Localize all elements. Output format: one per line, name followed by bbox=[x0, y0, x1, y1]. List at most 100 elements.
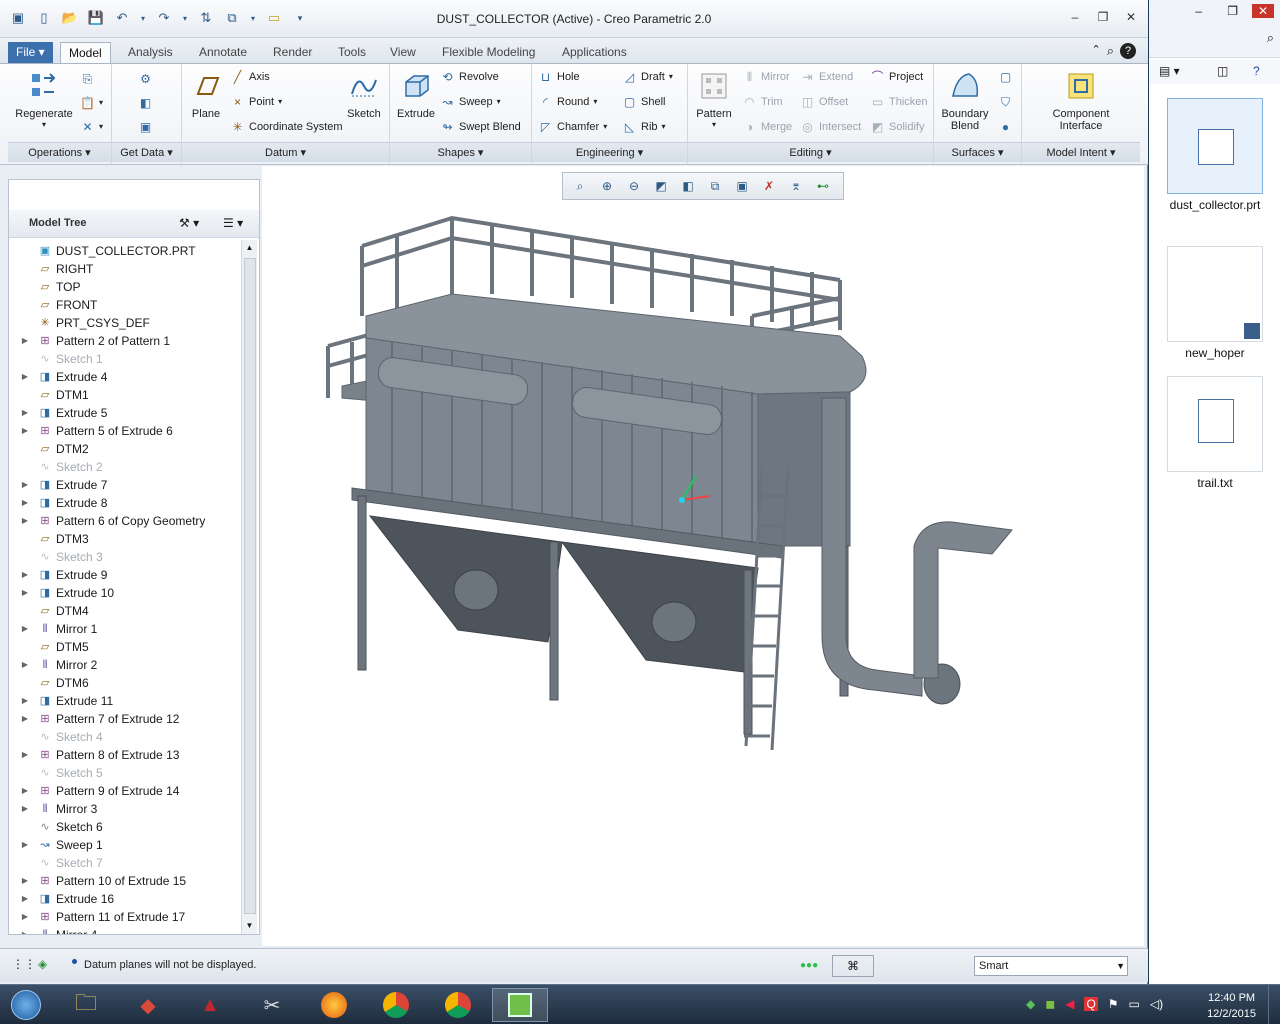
settings-icon[interactable]: ⚒ ▾ bbox=[179, 216, 199, 230]
maximize-icon[interactable]: ❐ bbox=[1094, 8, 1112, 26]
selection-filter[interactable]: Smart ▼ bbox=[974, 956, 1128, 976]
user-defined-feature-button[interactable]: ⚙ bbox=[138, 70, 153, 88]
tree-node[interactable]: ▶ ⊞ Pattern 8 of Extrude 13 bbox=[9, 746, 180, 764]
tree-node[interactable]: ∿ Sketch 1 bbox=[9, 350, 102, 368]
tree-node[interactable]: ▶ ◨ Extrude 16 bbox=[9, 890, 114, 908]
model-tree-scrollbar[interactable]: ▲ ▼ bbox=[241, 240, 257, 934]
tree-node[interactable]: ▱ RIGHT bbox=[9, 260, 94, 278]
mirror-button[interactable]: ⫴ Mirror bbox=[742, 68, 790, 86]
tree-node[interactable]: ∿ Sketch 7 bbox=[9, 854, 102, 872]
taskbar-explorer[interactable]: 🗀 bbox=[58, 988, 114, 1022]
expand-arrow-icon[interactable]: ▶ bbox=[19, 404, 31, 422]
tab-view[interactable]: View bbox=[382, 42, 424, 64]
tree-node[interactable]: ▶ ⊞ Pattern 5 of Extrude 6 bbox=[9, 422, 173, 440]
fill-button[interactable]: ▢ bbox=[998, 68, 1013, 86]
tab-annotate[interactable]: Annotate bbox=[191, 42, 255, 64]
explorer-search-icon[interactable]: ⌕ bbox=[1267, 30, 1274, 46]
axis-button[interactable]: ╱ Axis bbox=[230, 68, 270, 86]
find-icon[interactable]: ⌘ bbox=[832, 955, 874, 977]
style-button[interactable]: ⛉ bbox=[998, 93, 1013, 111]
tree-node[interactable]: ▶ ⊞ Pattern 9 of Extrude 14 bbox=[9, 782, 180, 800]
sweep-button[interactable]: ↝ Sweep ▾ bbox=[440, 93, 500, 111]
file-new-hoper[interactable]: new_hoper bbox=[1167, 246, 1263, 360]
tree-node[interactable]: ▶ ◨ Extrude 5 bbox=[9, 404, 107, 422]
freestyle-button[interactable]: ● bbox=[998, 118, 1013, 136]
selection-filter-dropdown-icon[interactable]: ▼ bbox=[1116, 957, 1125, 975]
taskbar-chrome-2[interactable] bbox=[430, 988, 486, 1022]
expand-arrow-icon[interactable]: ▶ bbox=[19, 710, 31, 728]
tree-node[interactable]: ▣ DUST_COLLECTOR.PRT bbox=[9, 242, 196, 260]
expand-arrow-icon[interactable]: ▶ bbox=[19, 422, 31, 440]
taskbar-pinned-4[interactable]: ✂ bbox=[244, 988, 300, 1022]
tree-node[interactable]: ▱ FRONT bbox=[9, 296, 98, 314]
view-manager-icon[interactable]: ▣ bbox=[729, 174, 755, 198]
tree-node[interactable]: ▱ TOP bbox=[9, 278, 81, 296]
tray-volume-muted-icon[interactable]: ◀ bbox=[1065, 997, 1074, 1011]
component-interface-button[interactable]: Component Interface bbox=[1026, 70, 1136, 132]
expand-arrow-icon[interactable]: ▶ bbox=[19, 620, 31, 638]
rib-button[interactable]: ◺ Rib ▾ bbox=[622, 118, 666, 136]
expand-arrow-icon[interactable]: ▶ bbox=[19, 512, 31, 530]
copy-button[interactable]: ⎘ bbox=[80, 70, 95, 88]
file-trail[interactable]: trail.txt bbox=[1167, 376, 1263, 490]
tab-file[interactable]: File ▾ bbox=[8, 42, 53, 64]
tree-node[interactable]: ▱ DTM1 bbox=[9, 386, 89, 404]
start-button[interactable] bbox=[0, 988, 52, 1022]
explorer-close-icon[interactable]: ✕ bbox=[1251, 4, 1274, 18]
shell-button[interactable]: ▢ Shell bbox=[622, 93, 666, 111]
tree-node[interactable]: ▶ ⊞ Pattern 11 of Extrude 17 bbox=[9, 908, 185, 926]
explorer-restore-icon[interactable]: ❐ bbox=[1227, 4, 1238, 18]
offset-button[interactable]: ◫ Offset bbox=[800, 93, 848, 111]
taskbar-firefox[interactable] bbox=[306, 988, 362, 1022]
tray-flag-icon[interactable]: ⚑ bbox=[1108, 997, 1119, 1011]
tab-flexible-modeling[interactable]: Flexible Modeling bbox=[434, 42, 543, 64]
expand-arrow-icon[interactable]: ▶ bbox=[19, 494, 31, 512]
draft-button[interactable]: ◿ Draft ▾ bbox=[622, 68, 673, 86]
tab-model[interactable]: Model bbox=[60, 42, 111, 64]
tray-network-icon[interactable]: ▭ bbox=[1129, 997, 1140, 1011]
merge-button[interactable]: ◑ Merge bbox=[742, 118, 792, 136]
show-icon[interactable]: ☰ ▾ bbox=[223, 216, 243, 230]
tree-node[interactable]: ▶ ◨ Extrude 8 bbox=[9, 494, 107, 512]
tree-node[interactable]: ▶ ◨ Extrude 7 bbox=[9, 476, 107, 494]
clock[interactable]: 12:40 PM 12/2/2015 bbox=[1207, 990, 1256, 1022]
copy-geometry-button[interactable]: ◧ bbox=[138, 94, 153, 112]
file-dust-collector[interactable]: dust_collector.prt bbox=[1167, 98, 1263, 212]
project-button[interactable]: ⌒ Project bbox=[870, 68, 923, 86]
search-icon[interactable]: ⌕ bbox=[1107, 43, 1114, 59]
tab-tools[interactable]: Tools bbox=[330, 42, 374, 64]
tree-node[interactable]: ▶ ↝ Sweep 1 bbox=[9, 836, 103, 854]
datum-display-filters-icon[interactable]: ✗ bbox=[756, 174, 782, 198]
operations-group-label[interactable]: Operations ▾ bbox=[8, 142, 111, 162]
model-intent-group-label[interactable]: Model Intent ▾ bbox=[1022, 142, 1140, 162]
tray-q-icon[interactable]: Q bbox=[1084, 997, 1098, 1011]
tree-node[interactable]: ▱ DTM5 bbox=[9, 638, 89, 656]
expand-arrow-icon[interactable]: ▶ bbox=[19, 566, 31, 584]
close-icon[interactable]: ✕ bbox=[1122, 8, 1140, 26]
tree-node[interactable]: ▶ ⫴ Mirror 1 bbox=[9, 620, 97, 638]
expand-arrow-icon[interactable]: ▶ bbox=[19, 800, 31, 818]
tab-analysis[interactable]: Analysis bbox=[120, 42, 181, 64]
preview-pane-icon[interactable]: ◫ bbox=[1217, 64, 1228, 78]
sketch-button[interactable]: Sketch bbox=[342, 70, 386, 120]
taskbar-pinned-2[interactable]: ◆ bbox=[120, 988, 176, 1022]
tree-node[interactable]: ▶ ⊞ Pattern 10 of Extrude 15 bbox=[9, 872, 186, 890]
views-icon[interactable]: ▤ ▾ bbox=[1159, 64, 1180, 78]
tree-node[interactable]: ▶ ◨ Extrude 9 bbox=[9, 566, 107, 584]
tree-node[interactable]: ▱ DTM2 bbox=[9, 440, 89, 458]
zoom-out-icon[interactable]: ⊖ bbox=[621, 174, 647, 198]
intersect-button[interactable]: ◎ Intersect bbox=[800, 118, 861, 136]
tree-node[interactable]: ✳ PRT_CSYS_DEF bbox=[9, 314, 149, 332]
show-desktop-button[interactable] bbox=[1268, 985, 1280, 1024]
swept-blend-button[interactable]: ↬ Swept Blend bbox=[440, 118, 520, 136]
tab-applications[interactable]: Applications bbox=[554, 42, 635, 64]
delete-button[interactable]: ✕ ▾ bbox=[80, 118, 103, 136]
surfaces-group-label[interactable]: Surfaces ▾ bbox=[934, 142, 1021, 162]
minimize-ribbon-icon[interactable]: ⌃ bbox=[1092, 43, 1101, 59]
scroll-thumb[interactable] bbox=[244, 258, 256, 914]
plane-button[interactable]: Plane bbox=[186, 70, 226, 120]
shapes-group-label[interactable]: Shapes ▾ bbox=[390, 142, 531, 162]
tree-node[interactable]: ▶ ⫴ Mirror 3 bbox=[9, 800, 97, 818]
coordinate-system-button[interactable]: ✳ Coordinate System bbox=[230, 118, 342, 136]
revolve-button[interactable]: ⟲ Revolve bbox=[440, 68, 498, 86]
